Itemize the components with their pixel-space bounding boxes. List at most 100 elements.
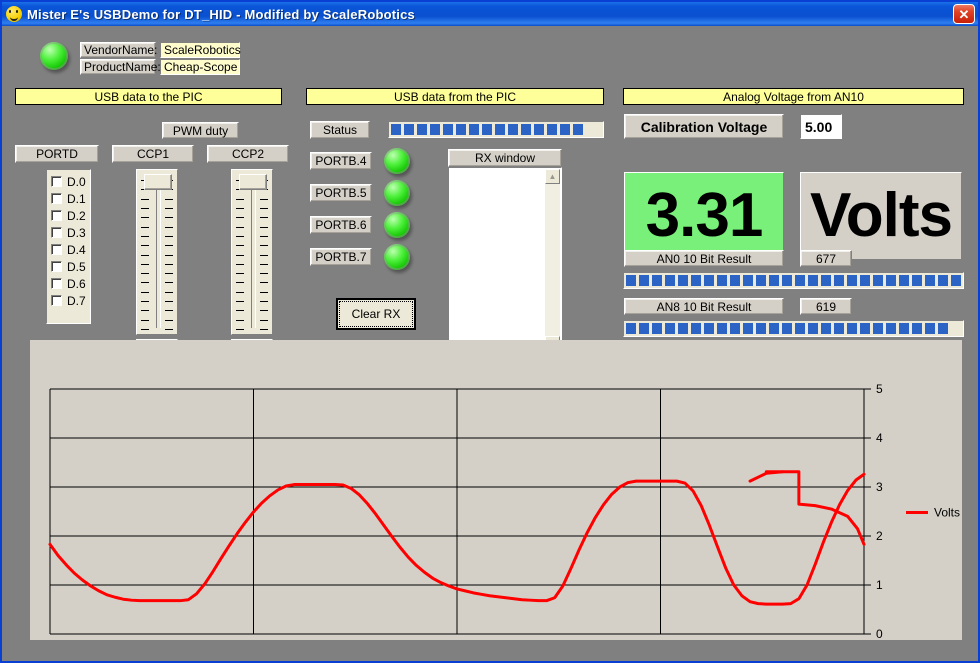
portb4-led (384, 148, 410, 174)
checkbox-d7[interactable] (51, 295, 62, 306)
progress-block (534, 124, 544, 135)
progress-block (495, 124, 505, 135)
progress-block (743, 323, 753, 334)
progress-block (456, 124, 466, 135)
chart-ytick-label: 0 (876, 627, 883, 640)
portd-bit-row[interactable]: D.2 (51, 208, 90, 223)
status-label: Status (310, 121, 370, 139)
checkbox-d4-label: D.4 (67, 243, 86, 257)
checkbox-d2-label: D.2 (67, 209, 86, 223)
checkbox-d1[interactable] (51, 193, 62, 204)
progress-block (756, 323, 766, 334)
progress-block (626, 275, 636, 286)
product-name-value: Cheap-Scope (160, 59, 240, 75)
an8-result-label: AN8 10 Bit Result (624, 298, 784, 315)
progress-block (795, 275, 805, 286)
progress-block (834, 275, 844, 286)
calibration-voltage-label: Calibration Voltage (624, 114, 784, 139)
rx-window-scrollbar[interactable]: ▲ ▼ (545, 169, 560, 351)
progress-block (925, 323, 935, 334)
checkbox-d7-label: D.7 (67, 294, 86, 308)
checkbox-d5[interactable] (51, 261, 62, 272)
progress-block (730, 275, 740, 286)
clear-rx-button[interactable]: Clear RX (336, 298, 416, 330)
progress-block (547, 124, 557, 135)
usb-data-to-pic-header: USB data to the PIC (15, 88, 282, 105)
chart-ytick-label: 5 (876, 382, 883, 396)
portd-bit-row[interactable]: D.1 (51, 191, 90, 206)
ccp1-slider-thumb[interactable] (144, 174, 172, 190)
portd-label: PORTD (15, 145, 99, 163)
checkbox-d2[interactable] (51, 210, 62, 221)
progress-block (717, 323, 727, 334)
vendor-name-value: ScaleRobotics (160, 42, 240, 58)
progress-block (443, 124, 453, 135)
client-area: VendorName: ScaleRobotics ProductName: C… (2, 26, 978, 661)
progress-block (795, 323, 805, 334)
progress-block (899, 275, 909, 286)
progress-block (691, 323, 701, 334)
voltage-unit-box: Volts (800, 172, 962, 260)
ccp2-slider-ticks-left (236, 180, 244, 330)
close-button[interactable]: ✕ (953, 4, 975, 24)
chart-legend: Volts (906, 505, 960, 519)
chart-ytick-label: 4 (876, 431, 883, 445)
progress-block (782, 275, 792, 286)
portb5-led (384, 180, 410, 206)
checkbox-d3-label: D.3 (67, 226, 86, 240)
voltage-unit-label: Volts (810, 185, 952, 247)
portb4-label: PORTB.4 (310, 152, 372, 170)
portd-bit-row[interactable]: D.4 (51, 242, 90, 257)
analog-voltage-header: Analog Voltage from AN10 (623, 88, 964, 105)
chart-series-volts-rise (750, 472, 783, 481)
progress-block (652, 275, 662, 286)
portd-bit-row[interactable]: D.3 (51, 225, 90, 240)
chart-ytick-label: 2 (876, 529, 883, 543)
portd-bit-row[interactable]: D.6 (51, 276, 90, 291)
checkbox-d4[interactable] (51, 244, 62, 255)
progress-block (560, 124, 570, 135)
calibration-voltage-input[interactable]: 5.00 (800, 114, 842, 139)
progress-block (678, 275, 688, 286)
ccp2-slider[interactable] (231, 169, 273, 335)
progress-block (847, 275, 857, 286)
an0-progress-bar (623, 272, 964, 289)
progress-block (808, 275, 818, 286)
checkbox-d0[interactable] (51, 176, 62, 187)
scroll-up-icon[interactable]: ▲ (545, 169, 560, 184)
progress-block (717, 275, 727, 286)
progress-block (678, 323, 688, 334)
portd-bit-row[interactable]: D.7 (51, 293, 90, 308)
an0-result-value: 677 (800, 250, 852, 267)
ccp2-slider-thumb[interactable] (239, 174, 267, 190)
progress-block (391, 124, 401, 135)
voltage-chart-svg: 012345Volts (30, 340, 962, 640)
progress-block (886, 275, 896, 286)
rx-window-textarea[interactable]: ▲ ▼ (448, 167, 562, 353)
portb7-label: PORTB.7 (310, 248, 372, 266)
checkbox-d1-label: D.1 (67, 192, 86, 206)
progress-block (404, 124, 414, 135)
progress-block (886, 323, 896, 334)
ccp1-label: CCP1 (112, 145, 194, 163)
portd-bit-row[interactable]: D.5 (51, 259, 90, 274)
window-title: Mister E's USBDemo for DT_HID - Modified… (27, 7, 415, 22)
progress-block (925, 275, 935, 286)
ccp1-slider-ticks-right (165, 180, 173, 330)
progress-block (691, 275, 701, 286)
connection-led (40, 42, 68, 70)
portd-bit-row[interactable]: D.0 (51, 174, 90, 189)
checkbox-d3[interactable] (51, 227, 62, 238)
ccp2-slider-ticks-right (260, 180, 268, 330)
an8-result-value: 619 (800, 298, 852, 315)
ccp1-slider-ticks-left (141, 180, 149, 330)
progress-block (834, 323, 844, 334)
chart-ytick-label: 1 (876, 578, 883, 592)
portd-checkbox-group: D.0 D.1 D.2 D.3 D.4 D.5 (46, 169, 91, 324)
checkbox-d6[interactable] (51, 278, 62, 289)
ccp1-slider[interactable] (136, 169, 178, 335)
voltage-readout: 3.31 (624, 172, 784, 260)
pwm-duty-label: PWM duty (162, 122, 239, 139)
progress-block (912, 323, 922, 334)
progress-block (743, 275, 753, 286)
